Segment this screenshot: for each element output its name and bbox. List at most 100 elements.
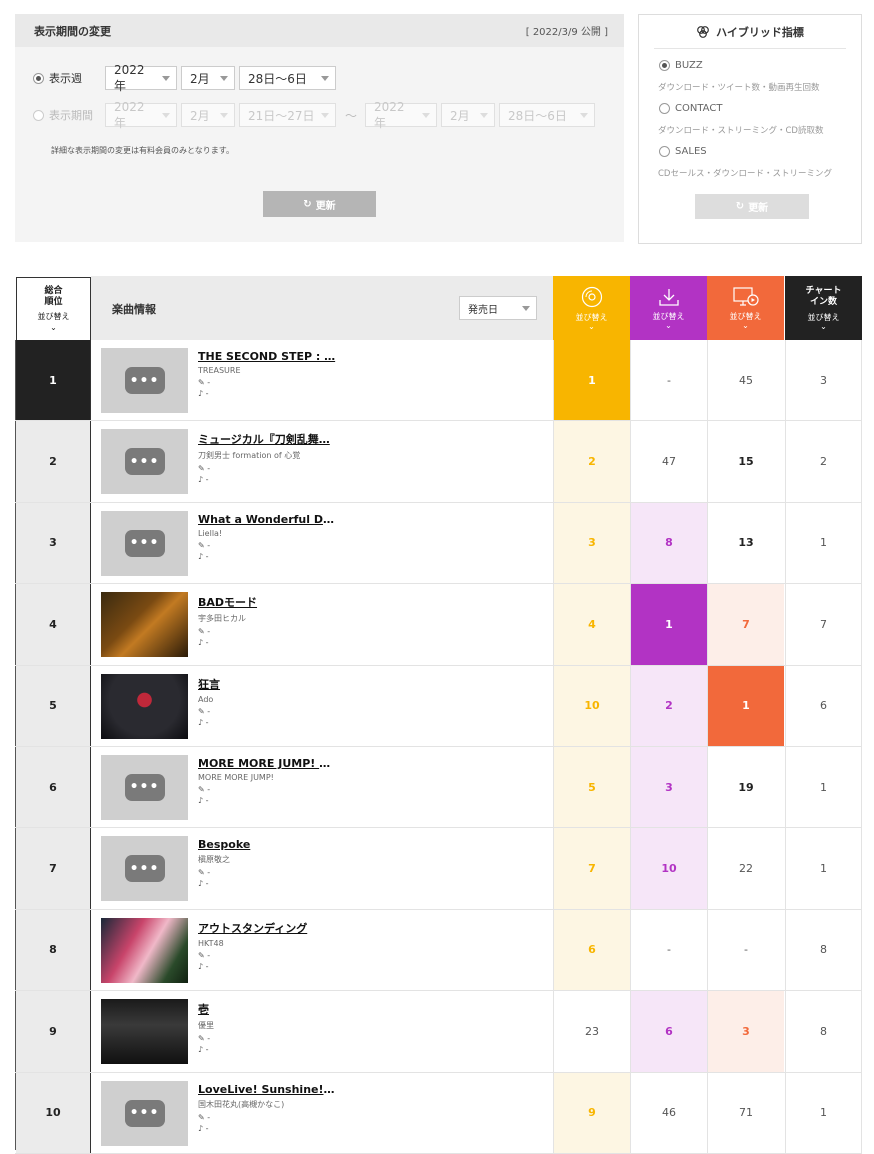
week-range-select[interactable]: 28日〜6日 xyxy=(239,66,336,90)
song-title-link[interactable]: BADモード xyxy=(198,594,338,610)
contact-radio[interactable] xyxy=(659,103,670,114)
sales-radio[interactable] xyxy=(659,146,670,157)
video-thumbnail[interactable] xyxy=(101,917,188,983)
rank-cell: 6 xyxy=(16,746,91,828)
period-note: 詳細な表示期間の変更は有料会員のみとなります。 xyxy=(51,146,234,155)
download-rank-cell: 1 xyxy=(630,584,707,665)
cd-sort-header[interactable]: 並び替え ⌄ xyxy=(553,276,630,340)
span-to-year-select[interactable]: 2022年 xyxy=(365,100,438,130)
composer-line: ♪ - xyxy=(198,475,209,485)
chevron-down-icon: ⌄ xyxy=(820,321,827,331)
song-title-link[interactable]: MORE MORE JUMP! S… xyxy=(198,757,338,770)
chart-in-count-cell: 8 xyxy=(785,909,862,991)
artist-name: Ado xyxy=(198,694,214,704)
artist-name: 宇多田ヒカル xyxy=(198,614,246,624)
streaming-rank-cell: 19 xyxy=(707,746,784,828)
composer-line: ♪ - xyxy=(198,551,209,561)
lyricist-line: ✎ - xyxy=(198,1112,211,1122)
hybrid-index-panel: ハイブリッド指標 BUZZ ダウンロード・ツイート数・動画再生回数 CONTAC… xyxy=(638,14,862,244)
publish-date: [ 2022/3/9 公開 ] xyxy=(525,27,608,38)
period-update-button[interactable]: ↻ 更新 xyxy=(263,191,376,217)
buzz-radio[interactable] xyxy=(659,60,670,71)
composer-line: ♪ - xyxy=(198,961,209,971)
pencil-icon: ✎ xyxy=(198,784,205,794)
download-sort-header[interactable]: 並び替え ⌄ xyxy=(630,276,707,340)
streaming-sort-header[interactable]: 並び替え ⌄ xyxy=(707,276,784,340)
artist-name: 刀剣男士 formation of 心覚 xyxy=(198,451,301,461)
week-year-select[interactable]: 2022年 xyxy=(105,63,177,93)
video-thumbnail[interactable]: ••• xyxy=(101,836,188,902)
video-thumbnail[interactable]: ••• xyxy=(101,429,188,495)
song-info: THE SECOND STEP : … TREASURE ✎ - ♪ - xyxy=(198,350,378,399)
video-thumbnail[interactable] xyxy=(101,592,188,658)
artist-name: 槇原敬之 xyxy=(198,855,230,865)
pencil-icon: ✎ xyxy=(198,868,205,878)
rank-cell: 2 xyxy=(16,421,91,502)
hybrid-option-buzz[interactable]: BUZZ xyxy=(659,60,703,71)
chart-rows: 1 ••• THE SECOND STEP : … TREASURE ✎ - ♪… xyxy=(15,340,862,1154)
song-info: 壱 優里 ✎ - ♪ - xyxy=(198,1001,378,1055)
video-thumbnail[interactable]: ••• xyxy=(101,1080,188,1146)
streaming-rank-cell: 22 xyxy=(707,828,784,909)
release-date-sort-select[interactable]: 発売日 xyxy=(459,296,537,320)
song-title-link[interactable]: アウトスタンディング xyxy=(198,920,338,936)
download-icon xyxy=(658,288,679,306)
more-icon: ••• xyxy=(124,529,165,557)
song-title-link[interactable]: 壱 xyxy=(198,1001,338,1017)
rank-header[interactable]: 総合 順位 並び替え ⌄ xyxy=(16,277,91,340)
song-title-link[interactable]: LoveLive! Sunshine!! … xyxy=(198,1083,338,1096)
song-title-link[interactable]: ミュージカル『刀剣乱舞… xyxy=(198,431,338,447)
chart-in-count-cell: 8 xyxy=(785,991,862,1072)
song-title-link[interactable]: Bespoke xyxy=(198,838,338,851)
pencil-icon: ✎ xyxy=(198,950,205,960)
video-thumbnail[interactable]: ••• xyxy=(101,348,188,413)
pencil-icon: ✎ xyxy=(198,1112,205,1122)
table-row: 9 壱 優里 ✎ - ♪ - 23 6 3 8 xyxy=(15,991,862,1073)
download-rank-cell: - xyxy=(630,340,707,421)
cd-rank-cell: 7 xyxy=(553,828,630,909)
pencil-icon: ✎ xyxy=(198,706,205,716)
chart-in-count-cell: 1 xyxy=(785,828,862,909)
hybrid-update-button[interactable]: ↻ 更新 xyxy=(695,194,809,219)
chart-in-sort-header[interactable]: チャート イン数 並び替え ⌄ xyxy=(785,276,862,340)
table-row: 3 ••• What a Wonderful Dre… Liella! ✎ - … xyxy=(15,502,862,585)
download-rank-cell: - xyxy=(630,909,707,991)
refresh-icon: ↻ xyxy=(735,201,745,212)
chevron-down-icon xyxy=(162,75,170,81)
song-title-link[interactable]: What a Wonderful Dre… xyxy=(198,513,338,526)
span-to-month-select[interactable]: 2月 xyxy=(441,103,496,127)
composer-line: ♪ - xyxy=(198,389,209,398)
song-info-header: 楽曲情報 発売日 xyxy=(91,276,553,340)
week-month-select[interactable]: 2月 xyxy=(181,66,235,90)
week-label: 表示週 xyxy=(49,72,82,85)
table-row: 1 ••• THE SECOND STEP : … TREASURE ✎ - ♪… xyxy=(15,340,862,422)
cd-rank-cell: 9 xyxy=(553,1072,630,1153)
span-row: 表示期間 2022年 2月 21日〜27日 〜 2022年 2月 28日〜6日 xyxy=(33,100,599,130)
pencil-icon: ✎ xyxy=(198,464,205,474)
video-thumbnail[interactable]: ••• xyxy=(101,754,188,820)
music-note-icon: ♪ xyxy=(198,795,204,805)
span-from-range-select[interactable]: 21日〜27日 xyxy=(239,103,336,127)
rank-cell: 9 xyxy=(16,991,91,1072)
video-thumbnail[interactable] xyxy=(101,999,188,1065)
hybrid-option-contact[interactable]: CONTACT xyxy=(659,103,722,114)
video-thumbnail[interactable] xyxy=(101,673,188,739)
hybrid-option-sales[interactable]: SALES xyxy=(659,146,707,157)
song-title-link[interactable]: THE SECOND STEP : … xyxy=(198,350,338,363)
composer-line: ♪ - xyxy=(198,1045,209,1055)
artist-name: TREASURE xyxy=(198,366,241,375)
music-note-icon: ♪ xyxy=(198,717,204,727)
buzz-desc: ダウンロード・ツイート数・動画再生回数 xyxy=(658,83,820,93)
span-to-range-select[interactable]: 28日〜6日 xyxy=(499,103,596,127)
span-radio[interactable] xyxy=(33,109,44,121)
span-separator: 〜 xyxy=(345,108,358,123)
streaming-rank-cell: 45 xyxy=(707,340,784,421)
song-title-link[interactable]: 狂言 xyxy=(198,676,338,692)
chart-in-count-cell: 1 xyxy=(785,1072,862,1153)
span-from-year-select[interactable]: 2022年 xyxy=(105,100,177,130)
video-thumbnail[interactable]: ••• xyxy=(101,510,188,576)
week-radio[interactable] xyxy=(33,72,44,84)
cd-rank-cell: 4 xyxy=(553,584,630,665)
span-from-month-select[interactable]: 2月 xyxy=(181,103,235,127)
more-icon: ••• xyxy=(124,773,165,801)
